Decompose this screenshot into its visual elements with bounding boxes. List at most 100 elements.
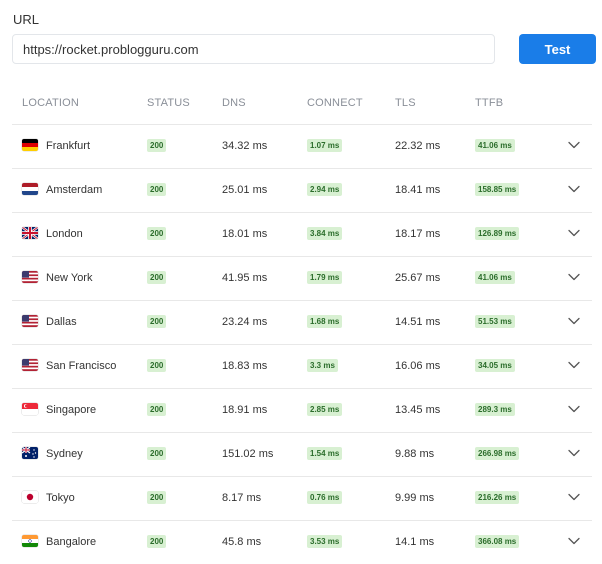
chevron-down-icon[interactable] [567,446,581,460]
status-badge: 200 [147,535,167,548]
connect-time-badge: 1.54 ms [307,447,343,460]
chevron-down-icon[interactable] [567,314,581,328]
chevron-down-icon[interactable] [567,138,581,152]
location-row[interactable]: Dallas 200 23.24 ms 1.68 ms 14.51 ms 51.53 ms [12,301,592,345]
dns-time: 18.91 ms [222,404,268,416]
ttfb-time-badge: 34.05 ms [475,359,515,372]
tls-time: 18.41 ms [395,184,441,196]
location-row[interactable]: London 200 18.01 ms 3.84 ms 18.17 ms 126.89 m… [12,213,592,257]
location-row[interactable]: Sydney 200 151.02 ms 1.54 ms 9.88 ms 266.98 m… [12,433,592,477]
tls-time: 9.88 ms [395,448,435,460]
tls-time: 13.45 ms [395,404,441,416]
ttfb-time-badge: 216.26 ms [475,491,520,504]
location-row[interactable]: Bangalore 200 45.8 ms 3.53 ms 14.1 ms 366.08 … [12,521,592,564]
column-header-ttfb: TTFB [475,97,504,109]
australia-flag-icon [22,447,38,459]
chevron-down-icon[interactable] [567,402,581,416]
status-badge: 200 [147,271,167,284]
connect-time-badge: 1.07 ms [307,139,343,152]
ttfb-time-badge: 289.3 ms [475,403,515,416]
ttfb-time-badge: 41.06 ms [475,139,515,152]
japan-flag-icon [22,491,38,503]
us-flag-icon [22,359,38,371]
connect-time-badge: 3.3 ms [307,359,338,372]
status-badge: 200 [147,315,167,328]
column-header-tls: TLS [395,97,416,109]
ttfb-time-badge: 126.89 ms [475,227,520,240]
location-row[interactable]: Frankfurt 200 34.32 ms 1.07 ms 22.32 ms 41.06… [12,125,592,169]
column-header-dns: DNS [222,97,246,109]
singapore-flag-icon [22,403,38,415]
location-row[interactable]: Amsterdam 200 25.01 ms 2.94 ms 18.41 ms 158.8… [12,169,592,213]
location-row[interactable]: Tokyo 200 8.17 ms 0.76 ms 9.99 ms 216.26 ms [12,477,592,521]
ttfb-time-badge: 51.53 ms [475,315,515,328]
test-button[interactable]: Test [519,34,596,64]
ttfb-time-badge: 366.08 ms [475,535,520,548]
dns-time: 45.8 ms [222,536,262,548]
connect-time-badge: 3.53 ms [307,535,343,548]
status-badge: 200 [147,491,167,504]
dns-time: 18.01 ms [222,228,268,240]
chevron-down-icon[interactable] [567,182,581,196]
connect-time-badge: 1.68 ms [307,315,343,328]
chevron-down-icon[interactable] [567,270,581,284]
chevron-down-icon[interactable] [567,358,581,372]
dns-time: 41.95 ms [222,272,268,284]
ttfb-time-badge: 158.85 ms [475,183,520,196]
tls-time: 9.99 ms [395,492,435,504]
status-badge: 200 [147,139,167,152]
connect-time-badge: 3.84 ms [307,227,343,240]
location-name: Frankfurt [46,140,91,152]
us-flag-icon [22,271,38,283]
tls-time: 16.06 ms [395,360,441,372]
tls-time: 14.1 ms [395,536,435,548]
tls-time: 18.17 ms [395,228,441,240]
url-label: URL [13,12,40,27]
column-header-location: LOCATION [22,97,80,109]
tls-time: 22.32 ms [395,140,441,152]
column-header-status: STATUS [147,97,190,109]
india-flag-icon [22,535,38,547]
germany-flag-icon [22,139,38,151]
dns-time: 34.32 ms [222,140,268,152]
location-name: San Francisco [46,360,117,372]
table-header: LOCATION STATUS DNS CONNECT TLS TTFB [12,84,592,125]
location-row[interactable]: New York 200 41.95 ms 1.79 ms 25.67 ms 41.06 … [12,257,592,301]
connect-time-badge: 1.79 ms [307,271,343,284]
status-badge: 200 [147,359,167,372]
location-name: Bangalore [46,536,97,548]
location-name: Sydney [46,448,83,460]
uk-flag-icon [22,227,38,239]
location-name: London [46,228,83,240]
chevron-down-icon[interactable] [567,534,581,548]
tls-time: 25.67 ms [395,272,441,284]
location-name: Singapore [46,404,97,416]
dns-time: 18.83 ms [222,360,268,372]
location-name: Tokyo [46,492,75,504]
dns-time: 23.24 ms [222,316,268,328]
location-row[interactable]: Singapore 200 18.91 ms 2.85 ms 13.45 ms 289.3… [12,389,592,433]
chevron-down-icon[interactable] [567,226,581,240]
location-row[interactable]: San Francisco 200 18.83 ms 3.3 ms 16.06 ms 34… [12,345,592,389]
status-badge: 200 [147,183,167,196]
ttfb-time-badge: 266.98 ms [475,447,520,460]
dns-time: 8.17 ms [222,492,262,504]
ttfb-time-badge: 41.06 ms [475,271,515,284]
column-header-connect: CONNECT [307,97,363,109]
status-badge: 200 [147,403,167,416]
us-flag-icon [22,315,38,327]
location-name: Amsterdam [46,184,103,196]
url-input[interactable] [12,34,495,64]
tls-time: 14.51 ms [395,316,441,328]
results-table: LOCATION STATUS DNS CONNECT TLS TTFB Fra… [12,84,592,564]
location-name: New York [46,272,93,284]
status-badge: 200 [147,227,167,240]
dns-time: 25.01 ms [222,184,268,196]
status-badge: 200 [147,447,167,460]
connect-time-badge: 2.94 ms [307,183,343,196]
dns-time: 151.02 ms [222,448,274,460]
chevron-down-icon[interactable] [567,490,581,504]
connect-time-badge: 2.85 ms [307,403,343,416]
netherlands-flag-icon [22,183,38,195]
location-name: Dallas [46,316,77,328]
